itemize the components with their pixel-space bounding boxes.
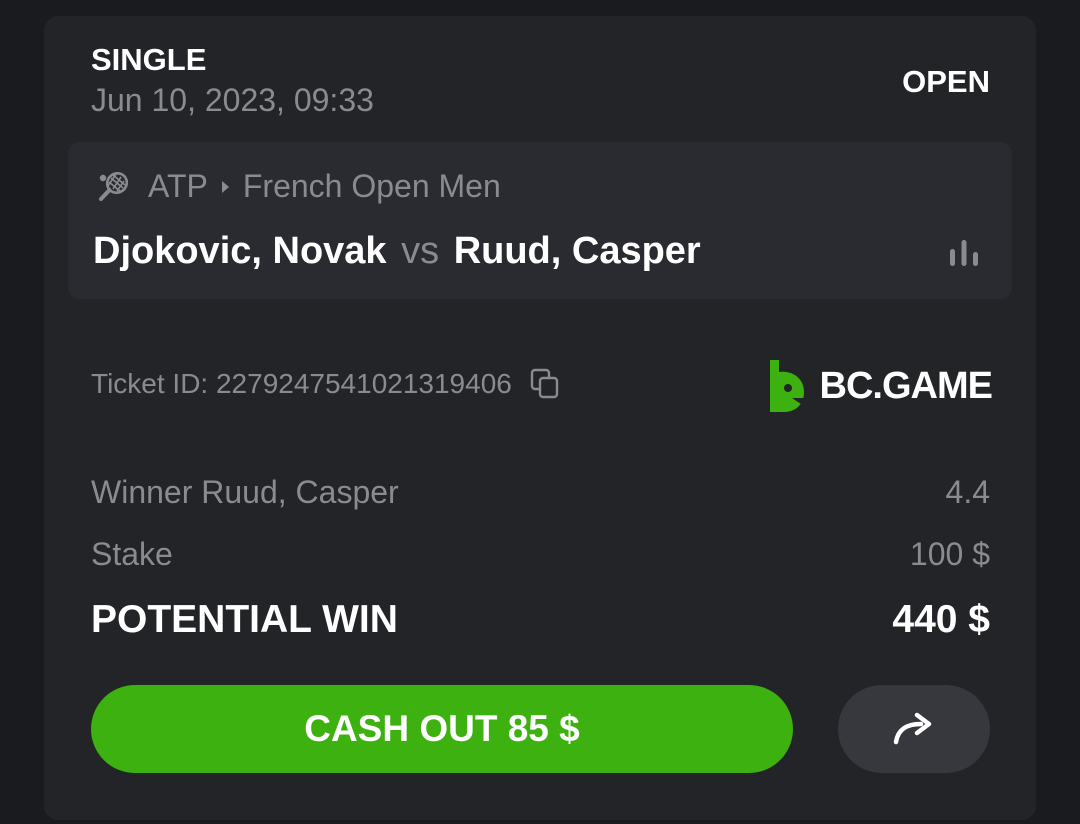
bet-date: Jun 10, 2023, 09:33 bbox=[91, 82, 374, 118]
bet-type: SINGLE bbox=[91, 42, 207, 77]
potential-win-value: 440 $ bbox=[892, 598, 990, 641]
bc-game-logo-icon bbox=[769, 360, 804, 412]
selection-row: Winner Ruud, Casper 4.4 bbox=[91, 474, 990, 511]
tennis-racket-icon bbox=[99, 171, 129, 201]
share-arrow-icon bbox=[893, 712, 932, 745]
brand-name: BC.GAME bbox=[819, 364, 993, 407]
stake-row: Stake 100 $ bbox=[91, 536, 990, 573]
selection-label: Winner Ruud, Casper bbox=[91, 474, 399, 510]
breadcrumb-separator-icon bbox=[221, 180, 229, 193]
match-box[interactable]: ATP French Open Men Djokovic, Novak vs R… bbox=[68, 142, 1012, 299]
ticket-id-row: Ticket ID: 2279247541021319406 bbox=[91, 368, 560, 400]
team-home: Djokovic, Novak bbox=[93, 230, 387, 272]
share-button[interactable] bbox=[838, 685, 990, 773]
bar-chart-icon[interactable] bbox=[948, 238, 980, 268]
league-breadcrumb: ATP French Open Men bbox=[96, 168, 501, 205]
selection-odds: 4.4 bbox=[945, 474, 990, 510]
tournament-name[interactable]: French Open Men bbox=[243, 168, 501, 205]
team-away: Ruud, Casper bbox=[453, 230, 701, 272]
vs-label: vs bbox=[401, 230, 440, 272]
stake-value: 100 $ bbox=[909, 536, 990, 572]
copy-icon[interactable] bbox=[530, 368, 560, 400]
potential-win-row: POTENTIAL WIN 440 $ bbox=[91, 598, 990, 642]
ticket-id: Ticket ID: 2279247541021319406 bbox=[91, 368, 512, 399]
stake-label: Stake bbox=[91, 536, 173, 572]
match-teams: Djokovic, Novak vs Ruud, Casper bbox=[93, 230, 701, 273]
bet-status-badge: OPEN bbox=[902, 64, 990, 99]
brand-logo: BC.GAME bbox=[766, 358, 993, 414]
league-name[interactable]: ATP bbox=[148, 168, 208, 205]
potential-win-label: POTENTIAL WIN bbox=[91, 598, 398, 641]
cash-out-button[interactable]: CASH OUT 85 $ bbox=[91, 685, 793, 773]
bet-card: SINGLE Jun 10, 2023, 09:33 OPEN ATP Fren… bbox=[44, 16, 1036, 820]
